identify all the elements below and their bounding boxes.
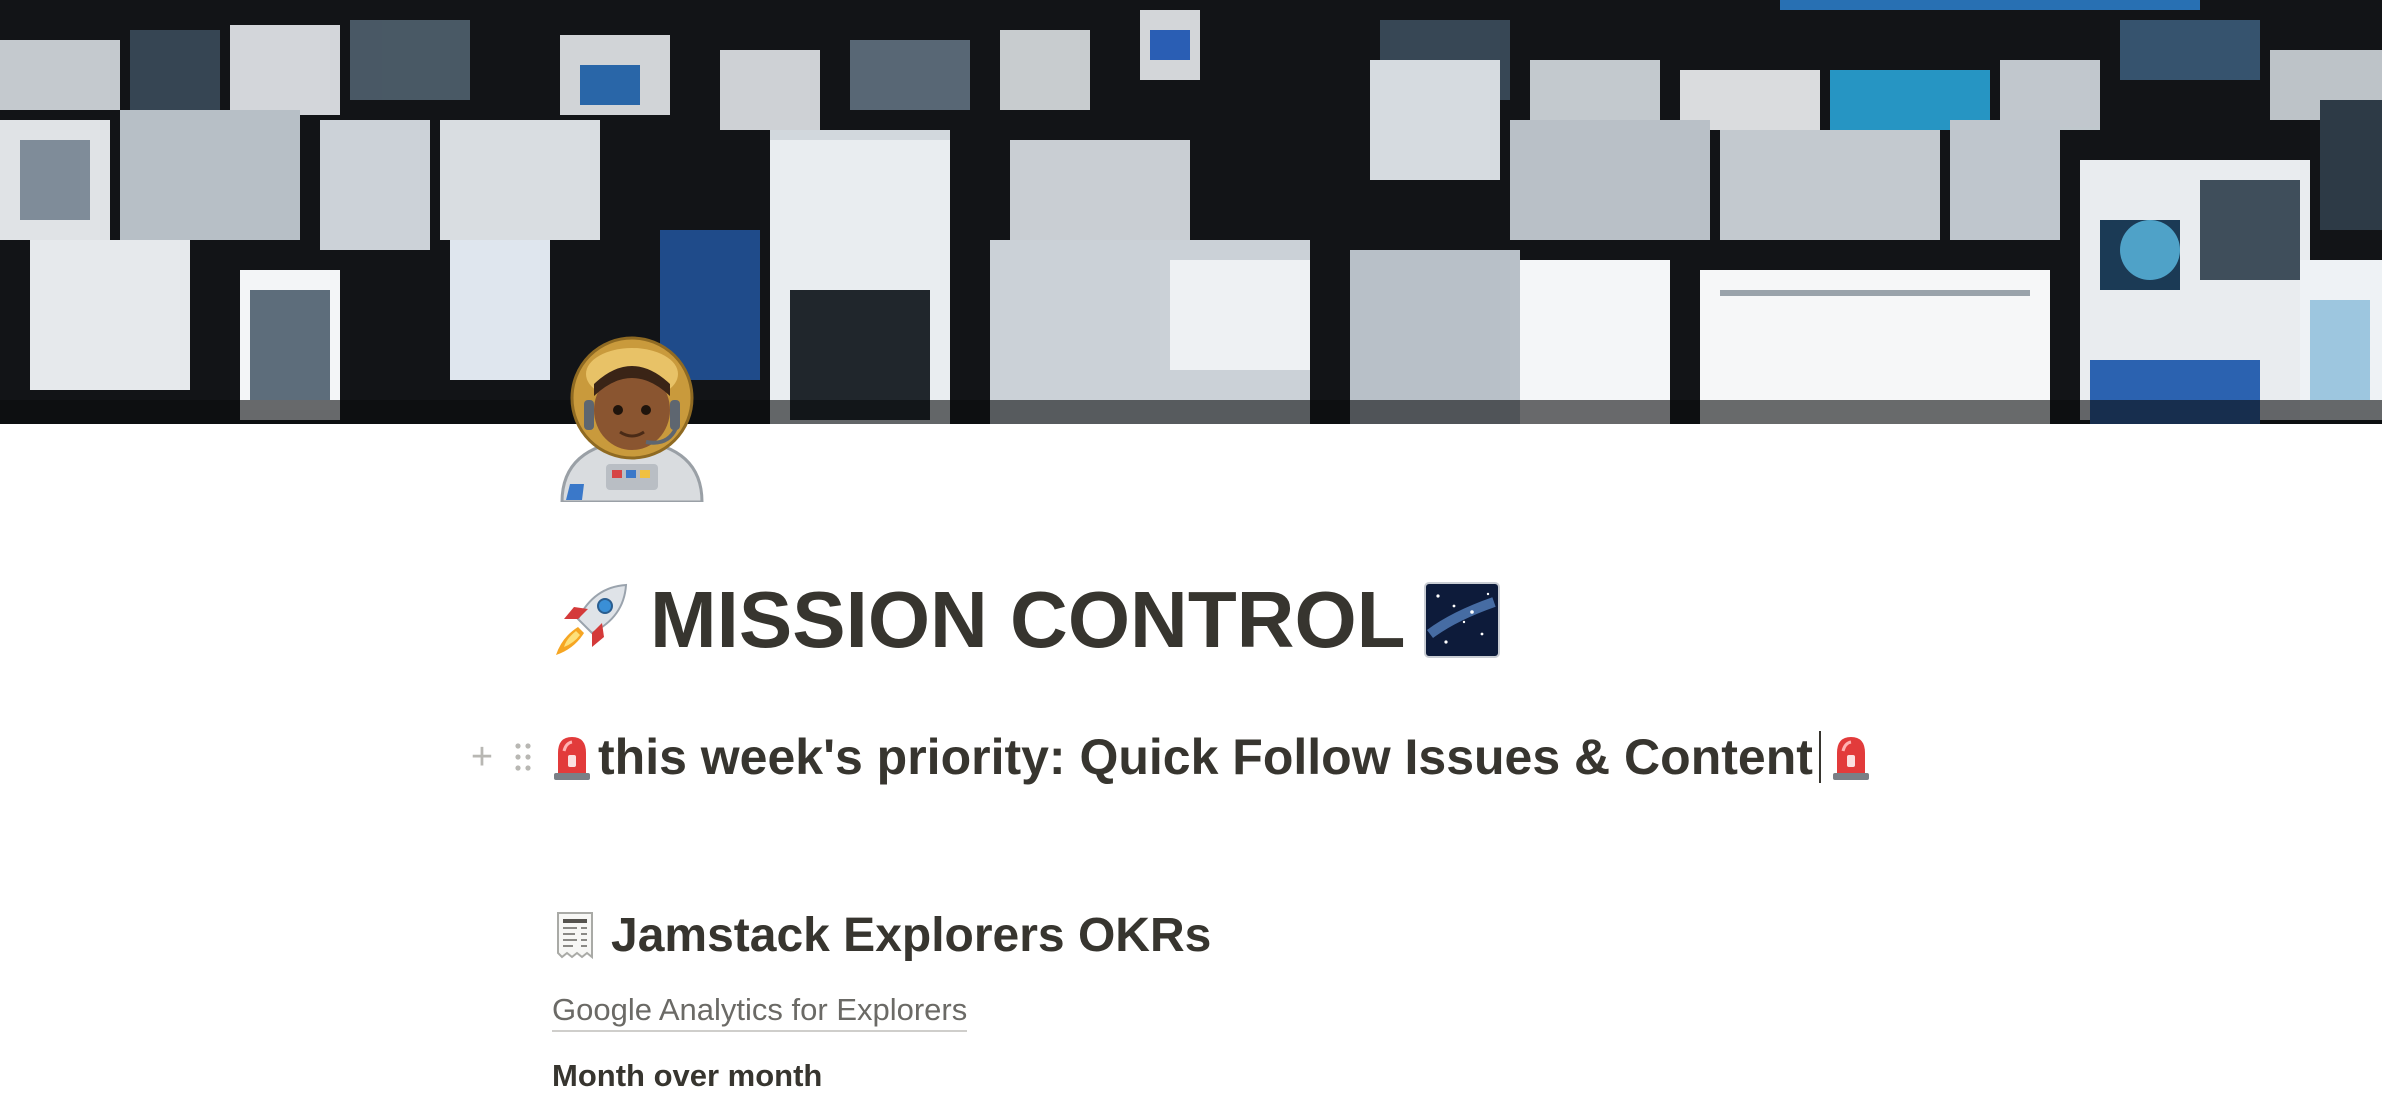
priority-block[interactable]: + this week's priority: Quick Follow Iss… — [462, 725, 1873, 789]
receipt-icon — [555, 911, 595, 961]
okr-heading[interactable]: Jamstack Explorers OKRs — [555, 908, 1211, 963]
police-light-icon — [1829, 733, 1873, 781]
google-analytics-link[interactable]: Google Analytics for Explorers — [552, 992, 968, 1032]
priority-heading[interactable]: this week's priority: Quick Follow Issue… — [550, 728, 1873, 786]
text-cursor — [1818, 731, 1821, 783]
add-block-icon[interactable]: + — [462, 737, 502, 777]
rocket-icon — [550, 579, 632, 661]
milky-way-icon — [1423, 582, 1500, 658]
page-title[interactable]: MISSION CONTROL — [550, 572, 1500, 668]
astronaut-icon — [560, 336, 704, 504]
page-title-text: MISSION CONTROL — [650, 575, 1406, 664]
month-over-month-label: Month over month — [552, 1058, 823, 1093]
okr-heading-text: Jamstack Explorers OKRs — [611, 909, 1212, 962]
police-light-icon — [550, 733, 594, 781]
priority-text: this week's priority: Quick Follow Issue… — [598, 729, 1813, 785]
drag-handle-icon[interactable] — [506, 737, 540, 777]
cover-image[interactable] — [0, 0, 2382, 424]
page-icon[interactable] — [548, 334, 716, 504]
